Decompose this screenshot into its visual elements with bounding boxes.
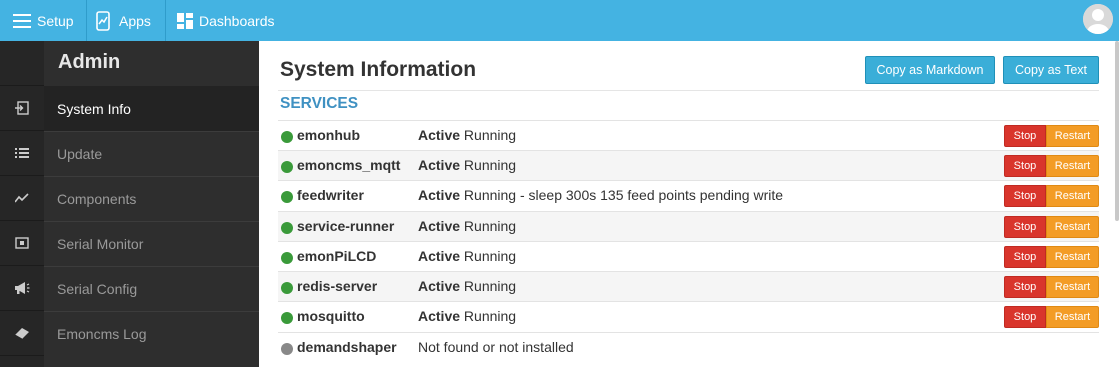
service-state: Active [418, 218, 461, 234]
sidebar-item-serial-config[interactable]: Serial Config [44, 266, 259, 311]
stop-button[interactable]: Stop [1004, 246, 1046, 268]
sidebar-title: Admin [58, 51, 121, 73]
title-divider [278, 90, 1099, 91]
rail-spacer [0, 41, 44, 86]
service-row: emonPiLCD Active Running Stop Restart [278, 241, 1099, 271]
megaphone-icon[interactable] [0, 266, 44, 311]
service-row: emonhub Active Running Stop Restart [278, 120, 1099, 150]
service-name: redis-server [297, 278, 378, 294]
sidebar-item-system-info[interactable]: System Info [44, 86, 259, 131]
restart-button[interactable]: Restart [1046, 306, 1099, 328]
top-navbar: Setup Apps Dashboards [0, 0, 1119, 41]
eraser-icon[interactable] [0, 311, 44, 356]
service-row: service-runner Active Running Stop Resta… [278, 211, 1099, 241]
service-status: Active Running [418, 308, 516, 324]
restart-button[interactable]: Restart [1046, 276, 1099, 298]
restart-button[interactable]: Restart [1046, 185, 1099, 207]
sidebar-item-emoncms-log[interactable]: Emoncms Log [44, 311, 259, 356]
stop-button[interactable]: Stop [1004, 155, 1046, 177]
service-name: demandshaper [297, 339, 397, 355]
status-ok-icon [281, 282, 293, 294]
service-state: Active [418, 127, 461, 143]
dashboards-menu-button[interactable]: Dashboards [177, 0, 275, 41]
copy-as-text-button[interactable]: Copy as Text [1003, 56, 1099, 84]
status-ok-icon [281, 312, 293, 324]
apps-menu-button[interactable]: Apps [96, 0, 151, 41]
restart-button[interactable]: Restart [1046, 155, 1099, 177]
sidebar-item-serial-monitor[interactable]: Serial Monitor [44, 221, 259, 266]
service-row: mosquitto Active Running Stop Restart [278, 301, 1099, 331]
login-icon[interactable] [0, 86, 44, 131]
service-status: Active Running [418, 127, 516, 143]
scrollbar[interactable] [1115, 41, 1119, 221]
service-status: Active Running - sleep 300s 135 feed poi… [418, 187, 783, 203]
monitor-icon[interactable] [0, 221, 44, 266]
restart-button[interactable]: Restart [1046, 216, 1099, 238]
status-ok-icon [281, 161, 293, 173]
status-missing-icon [281, 343, 293, 355]
admin-sidebar: Admin System Info Update Components Seri… [44, 41, 259, 367]
service-detail: Not found or not installed [418, 339, 574, 355]
restart-button[interactable]: Restart [1046, 246, 1099, 268]
service-detail: Running [463, 308, 517, 324]
menu-icon [13, 13, 31, 28]
service-state: Active [418, 308, 461, 324]
dashboard-grid-icon [177, 12, 193, 29]
list-icon[interactable] [0, 131, 44, 176]
stop-button[interactable]: Stop [1004, 306, 1046, 328]
status-ok-icon [281, 252, 293, 264]
service-row: redis-server Active Running Stop Restart [278, 271, 1099, 301]
stop-button[interactable]: Stop [1004, 276, 1046, 298]
icon-rail [0, 41, 44, 367]
service-detail: Running [463, 278, 517, 294]
service-state: Active [418, 278, 461, 294]
service-name: feedwriter [297, 187, 364, 203]
service-state: Active [418, 248, 461, 264]
service-state: Active [418, 187, 461, 203]
page-title: System Information [280, 58, 477, 81]
service-name: emonhub [297, 127, 360, 143]
nav-divider [165, 0, 166, 41]
stop-button[interactable]: Stop [1004, 125, 1046, 147]
service-row: feedwriter Active Running - sleep 300s 1… [278, 180, 1099, 210]
main-content: System Information Copy as Markdown Copy… [259, 41, 1119, 367]
service-name: mosquitto [297, 308, 365, 324]
service-state: Active [418, 157, 461, 173]
service-detail: Running [463, 127, 517, 143]
service-name: emoncms_mqtt [297, 157, 401, 173]
service-detail: Running - sleep 300s 135 feed points pen… [463, 187, 784, 203]
status-ok-icon [281, 131, 293, 143]
service-status: Active Running [418, 218, 516, 234]
copy-as-markdown-button[interactable]: Copy as Markdown [865, 56, 995, 84]
service-detail: Running [463, 157, 517, 173]
sidebar-item-update[interactable]: Update [44, 131, 259, 176]
stop-button[interactable]: Stop [1004, 216, 1046, 238]
apps-icon [96, 10, 110, 31]
apps-label: Apps [119, 12, 151, 29]
service-name: service-runner [297, 218, 395, 234]
status-ok-icon [281, 222, 293, 234]
setup-menu-button[interactable]: Setup [13, 0, 74, 41]
service-detail: Running [463, 218, 517, 234]
sidebar-item-components[interactable]: Components [44, 176, 259, 221]
service-status: Not found or not installed [418, 339, 574, 355]
nav-divider [86, 0, 87, 41]
service-name: emonPiLCD [297, 248, 377, 264]
service-status: Active Running [418, 157, 516, 173]
user-avatar-icon[interactable] [1083, 4, 1113, 34]
status-ok-icon [281, 191, 293, 203]
graph-icon[interactable] [0, 176, 44, 221]
stop-button[interactable]: Stop [1004, 185, 1046, 207]
service-detail: Running [463, 248, 517, 264]
service-row: emoncms_mqtt Active Running Stop Restart [278, 150, 1099, 180]
service-status: Active Running [418, 248, 516, 264]
setup-label: Setup [37, 12, 74, 29]
restart-button[interactable]: Restart [1046, 125, 1099, 147]
services-heading: SERVICES [280, 95, 359, 112]
dashboards-label: Dashboards [199, 12, 275, 29]
service-row: demandshaper Not found or not installed [278, 332, 1099, 362]
service-status: Active Running [418, 278, 516, 294]
